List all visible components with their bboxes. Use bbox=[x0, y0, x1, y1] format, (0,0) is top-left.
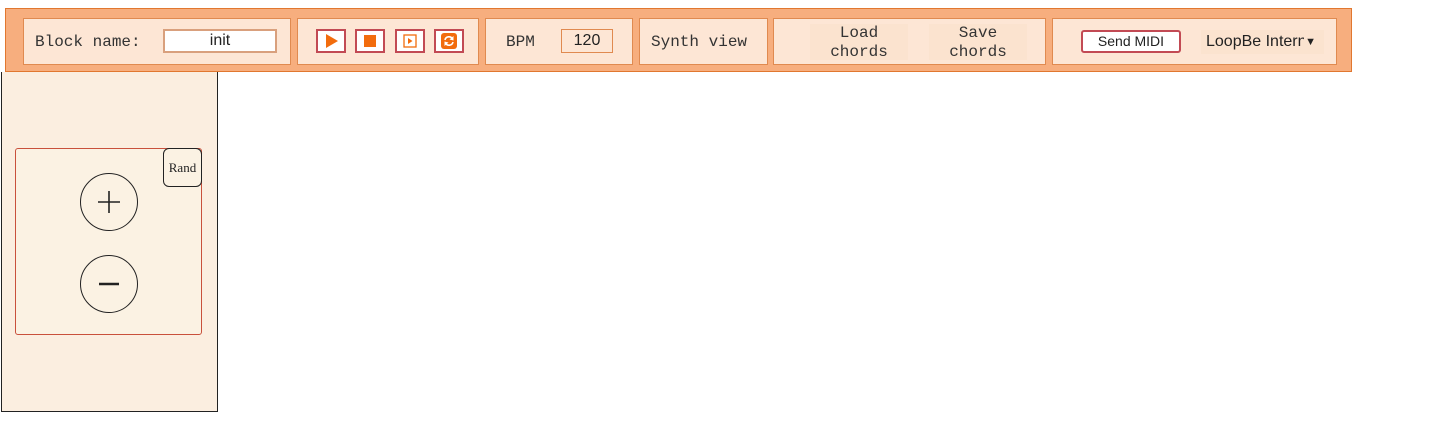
step-icon bbox=[403, 34, 417, 48]
synth-view-label: Synth view bbox=[651, 33, 748, 51]
block-name-input[interactable]: init bbox=[163, 29, 277, 53]
sidebar: Rand bbox=[1, 72, 218, 412]
save-chords-button[interactable]: Save chords bbox=[929, 24, 1027, 61]
load-chords-button[interactable]: Load chords bbox=[810, 24, 908, 61]
block-name-panel: Block name: init bbox=[23, 18, 291, 65]
load-chords-label-line-1: Load bbox=[839, 24, 879, 42]
send-midi-button[interactable]: Send MIDI bbox=[1081, 30, 1181, 53]
bpm-label: BPM bbox=[506, 33, 535, 51]
save-chords-label-line-2: chords bbox=[949, 43, 1007, 61]
loop-icon bbox=[441, 33, 457, 49]
chords-panel: Load chords Save chords bbox=[773, 18, 1046, 65]
loop-button[interactable] bbox=[434, 29, 464, 53]
midi-device-value: LoopBe Internal MIDI bbox=[1206, 33, 1304, 50]
bpm-panel: BPM 120 bbox=[485, 18, 633, 65]
block-name-label: Block name: bbox=[35, 33, 141, 51]
synth-view-button[interactable]: Synth view bbox=[639, 18, 768, 65]
transport-panel bbox=[297, 18, 479, 65]
rand-button[interactable]: Rand bbox=[163, 148, 202, 187]
dropdown-arrow-icon: ▼ bbox=[1305, 36, 1316, 48]
play-button[interactable] bbox=[316, 29, 346, 53]
play-icon bbox=[326, 34, 338, 48]
save-chords-label-line-1: Save bbox=[958, 24, 998, 42]
plus-icon bbox=[98, 191, 120, 213]
stop-button[interactable] bbox=[355, 29, 385, 53]
add-button[interactable] bbox=[80, 173, 138, 231]
midi-device-select[interactable]: LoopBe Internal MIDI ▼ bbox=[1201, 30, 1324, 54]
step-button[interactable] bbox=[395, 29, 425, 53]
load-chords-label-line-2: chords bbox=[830, 43, 888, 61]
minus-icon bbox=[99, 282, 119, 286]
stop-icon bbox=[364, 35, 376, 47]
bpm-input[interactable]: 120 bbox=[561, 29, 613, 53]
midi-panel: Send MIDI LoopBe Internal MIDI ▼ bbox=[1052, 18, 1337, 65]
toolbar: Block name: init BPM 120 Synth view Load… bbox=[5, 8, 1352, 72]
chord-block-card: Rand bbox=[15, 148, 202, 335]
remove-button[interactable] bbox=[80, 255, 138, 313]
